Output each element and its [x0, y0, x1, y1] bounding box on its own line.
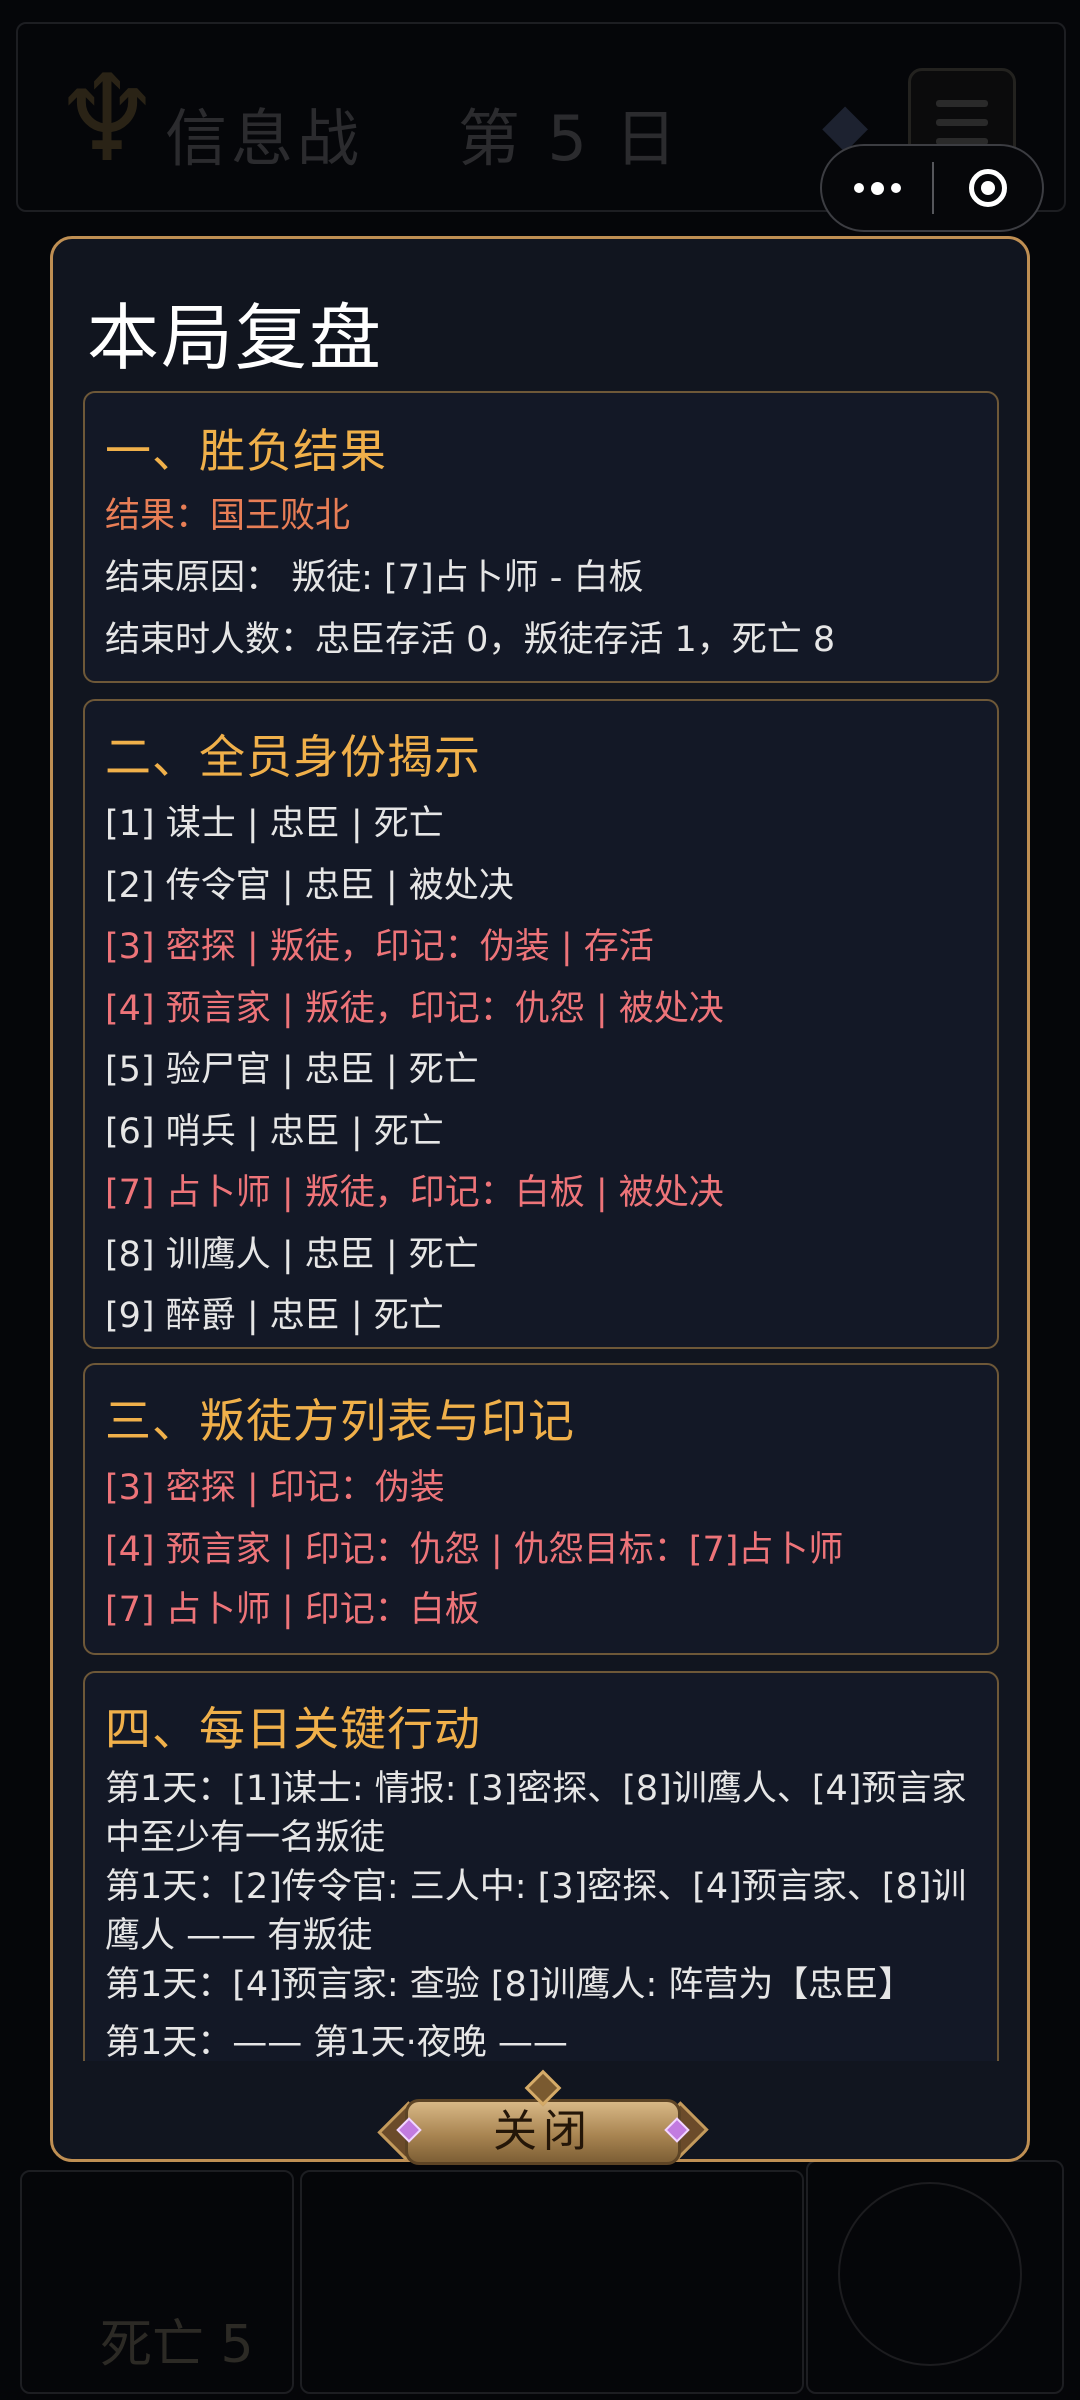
action-entry: 第1天：—— 第1天·夜晚 —— [105, 2023, 568, 2061]
identity-row: [2] 传令官 | 忠臣 | 被处决 [105, 865, 514, 906]
close-button-label: 关闭 [493, 2106, 593, 2157]
background-title: 信息战 第 5 日 [165, 102, 681, 175]
action-entry: 第1天：[1]谋士: 情报: [3]密探、[8]训鹰人、[4]预言家 中至少有一… [105, 1769, 967, 1858]
identity-row: [3] 密探 | 叛徒，印记：伪装 | 存活 [105, 927, 654, 967]
identity-row: [1] 谋士 | 忠臣 | 死亡 [105, 804, 444, 844]
section-identities: 二、全员身份揭示 [1] 谋士 | 忠臣 | 死亡 [2] 传令官 | 忠臣 | … [83, 699, 999, 1349]
modal-title: 本局复盘 [87, 296, 384, 380]
review-scroll-area[interactable]: 一、胜负结果 结果：国王败北 结束原因： 叛徒: [7]占卜师 - 白板 结束时… [83, 391, 999, 2061]
section-heading: 四、每日关键行动 [105, 1702, 481, 1756]
identity-row: [6] 哨兵 | 忠臣 | 死亡 [105, 1111, 444, 1152]
section-heading: 三、叛徒方列表与印记 [105, 1394, 575, 1448]
background-card-frame [300, 2170, 804, 2394]
action-entry: 第1天：[2]传令官: 三人中: [3]密探、[4]预言家、[8]训鹰人 —— … [105, 1867, 967, 1956]
trident-emblem-icon: ♆ [53, 50, 161, 189]
section-heading: 二、全员身份揭示 [105, 730, 481, 784]
traitor-row: [7] 占卜师 | 印记：白板 [105, 1590, 480, 1630]
close-button[interactable]: 关闭 [377, 2069, 709, 2177]
miniprogram-capsule [820, 144, 1044, 232]
traitor-row: [4] 预言家 | 印记：仇怨 | 仇怨目标：[7]占卜师 [105, 1530, 844, 1570]
identity-row: [8] 训鹰人 | 忠臣 | 死亡 [105, 1234, 479, 1275]
identity-row: [7] 占卜师 | 叛徒，印记：白板 | 被处决 [105, 1173, 724, 1213]
action-entry: 第1天：[4]预言家: 查验 [8]训鹰人: 阵营为【忠臣】 [105, 1965, 914, 2005]
identity-row: [9] 醉爵 | 忠臣 | 死亡 [105, 1296, 444, 1336]
identity-row: [5] 验尸官 | 忠臣 | 死亡 [105, 1050, 479, 1090]
section-result: 一、胜负结果 结果：国王败北 结束原因： 叛徒: [7]占卜师 - 白板 结束时… [83, 391, 999, 683]
section-actions: 四、每日关键行动 第1天：[1]谋士: 情报: [3]密探、[8]训鹰人、[4]… [83, 1671, 999, 2061]
section-heading: 一、胜负结果 [105, 424, 387, 478]
result-counts: 结束时人数：忠臣存活 0，叛徒存活 1，死亡 8 [105, 620, 836, 660]
game-review-modal: 本局复盘 一、胜负结果 结果：国王败北 结束原因： 叛徒: [7]占卜师 - 白… [50, 236, 1030, 2165]
result-outcome: 结果：国王败北 [105, 496, 351, 536]
background-dead-count: 死亡 5 [100, 2315, 254, 2375]
background-avatar-ring [838, 2182, 1022, 2366]
section-traitors: 三、叛徒方列表与印记 [3] 密探 | 印记：伪装 [4] 预言家 | 印记：仇… [83, 1363, 999, 1655]
target-close-icon[interactable] [934, 146, 1042, 230]
result-reason: 结束原因： 叛徒: [7]占卜师 - 白板 [105, 558, 644, 598]
more-dots-icon[interactable] [822, 146, 932, 230]
identity-row: [4] 预言家 | 叛徒，印记：仇怨 | 被处决 [105, 988, 724, 1029]
traitor-row: [3] 密探 | 印记：伪装 [105, 1468, 445, 1508]
